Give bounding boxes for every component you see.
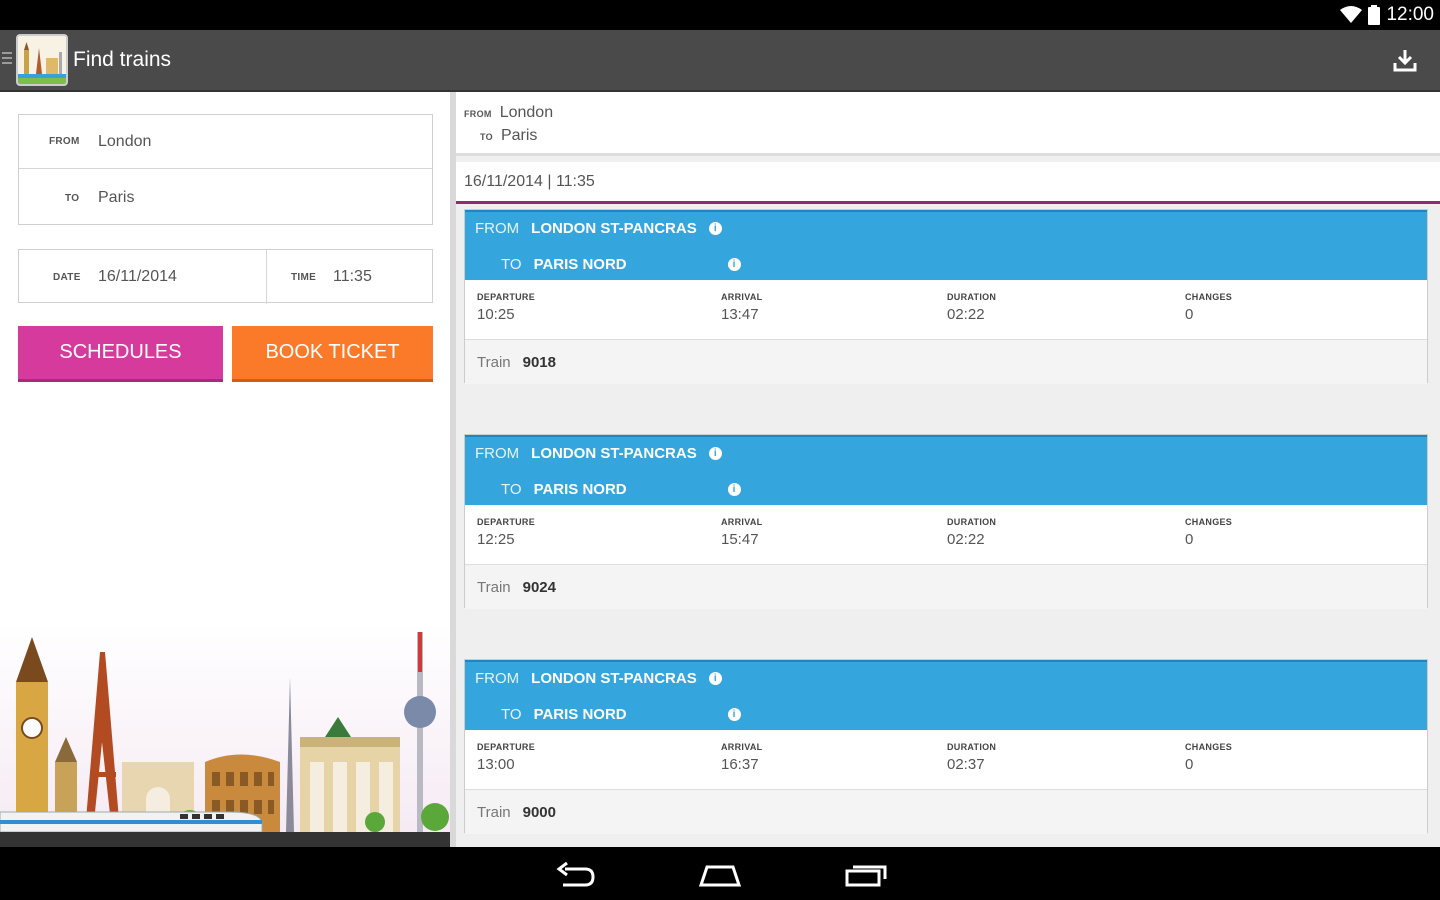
- trip-stats: DEPARTURE 13:00 ARRIVAL 16:37 DURATION 02:3…: [465, 730, 1427, 790]
- app-icon[interactable]: [16, 34, 68, 86]
- from-station: LONDON ST-PANCRAS: [531, 670, 697, 687]
- trip-card[interactable]: FROM LONDON ST-PANCRAS i TO PARIS NORD i…: [464, 434, 1428, 609]
- route-to-value: Paris: [500, 127, 538, 144]
- home-icon[interactable]: [697, 859, 743, 889]
- changes-label: CHANGES: [1185, 292, 1233, 302]
- route-to-label: TO: [480, 132, 493, 142]
- to-keyword: TO: [501, 256, 522, 273]
- to-keyword: TO: [501, 706, 522, 723]
- route-summary: FROM London TO Paris: [456, 92, 1440, 156]
- to-station: PARIS NORD: [533, 706, 627, 723]
- action-bar: Find trains: [0, 30, 1440, 92]
- time-field[interactable]: TIME 11:35: [267, 250, 433, 304]
- train-label: Train: [477, 353, 511, 371]
- info-icon[interactable]: i: [708, 447, 722, 460]
- datetime-summary: 16/11/2014 | 11:35: [456, 162, 1440, 204]
- navigation-bar: [0, 847, 1440, 900]
- duration-label: DURATION: [947, 742, 997, 752]
- from-keyword: FROM: [475, 445, 520, 462]
- to-value: Paris: [98, 189, 135, 206]
- train-row: Train 9000: [465, 790, 1427, 834]
- duration-value: 02:22: [947, 306, 985, 323]
- from-station: LONDON ST-PANCRAS: [531, 220, 697, 237]
- trip-card-header: FROM LONDON ST-PANCRAS i TO PARIS NORD i: [465, 435, 1427, 505]
- trip-card-header: FROM LONDON ST-PANCRAS i TO PARIS NORD i: [465, 660, 1427, 730]
- train-row: Train 9024: [465, 565, 1427, 609]
- departure-label: DEPARTURE: [477, 292, 536, 302]
- to-label: TO: [65, 192, 80, 204]
- from-label: FROM: [49, 136, 80, 147]
- trip-card[interactable]: FROM LONDON ST-PANCRAS i TO PARIS NORD i…: [464, 659, 1428, 834]
- info-icon[interactable]: i: [708, 672, 722, 685]
- duration-value: 02:37: [947, 756, 985, 773]
- info-icon[interactable]: i: [708, 222, 722, 235]
- drawer-indicator-icon[interactable]: [2, 52, 12, 67]
- page-title: Find trains: [73, 48, 172, 71]
- departure-label: DEPARTURE: [477, 517, 536, 527]
- departure-label: DEPARTURE: [477, 742, 536, 752]
- train-row: Train 9018: [465, 340, 1427, 384]
- info-icon[interactable]: i: [727, 708, 741, 721]
- arrival-time: 15:47: [721, 531, 759, 548]
- datetime-fields: DATE 16/11/2014 TIME 11:35: [18, 249, 433, 304]
- changes-label: CHANGES: [1185, 742, 1233, 752]
- train-number: 9024: [522, 578, 556, 596]
- time-value: 11:35: [333, 268, 372, 285]
- changes-value: 0: [1185, 306, 1194, 323]
- arrival-time: 16:37: [721, 756, 759, 773]
- route-fields: FROM London TO Paris: [18, 114, 433, 225]
- arrival-label: ARRIVAL: [721, 292, 763, 302]
- wifi-icon: [1340, 6, 1363, 23]
- duration-value: 02:22: [947, 531, 985, 548]
- train-label: Train: [477, 803, 511, 821]
- date-label: DATE: [53, 271, 81, 283]
- to-field[interactable]: TO Paris: [19, 171, 432, 225]
- schedules-button[interactable]: SCHEDULES: [18, 326, 223, 382]
- results-panel: FROM London TO Paris 16/11/2014 | 11:35 …: [456, 92, 1440, 847]
- from-keyword: FROM: [475, 670, 520, 687]
- download-icon[interactable]: [1390, 46, 1420, 76]
- date-field[interactable]: DATE 16/11/2014: [19, 250, 267, 304]
- changes-value: 0: [1185, 756, 1194, 773]
- info-icon[interactable]: i: [727, 483, 741, 496]
- trip-card-header: FROM LONDON ST-PANCRAS i TO PARIS NORD i: [465, 210, 1427, 280]
- arrival-time: 13:47: [721, 306, 759, 323]
- changes-label: CHANGES: [1185, 517, 1233, 527]
- departure-time: 10:25: [477, 306, 515, 323]
- search-panel: FROM London TO Paris DATE 16/11/2014 TIM…: [0, 92, 450, 847]
- arrival-label: ARRIVAL: [721, 742, 763, 752]
- duration-label: DURATION: [947, 292, 997, 302]
- changes-value: 0: [1185, 531, 1194, 548]
- to-keyword: TO: [501, 481, 522, 498]
- to-station: PARIS NORD: [533, 256, 627, 273]
- trip-stats: DEPARTURE 10:25 ARRIVAL 13:47 DURATION 02:2…: [465, 280, 1427, 340]
- train-label: Train: [477, 578, 511, 596]
- trip-stats: DEPARTURE 12:25 ARRIVAL 15:47 DURATION 02:2…: [465, 505, 1427, 565]
- from-field[interactable]: FROM London: [19, 115, 432, 169]
- route-from-value: London: [499, 104, 554, 121]
- from-station: LONDON ST-PANCRAS: [531, 445, 697, 462]
- recents-icon[interactable]: [843, 859, 889, 889]
- to-station: PARIS NORD: [533, 481, 627, 498]
- arrival-label: ARRIVAL: [721, 517, 763, 527]
- departure-time: 12:25: [477, 531, 515, 548]
- battery-icon: [1368, 5, 1381, 25]
- left-footer-bar: [0, 832, 450, 847]
- duration-label: DURATION: [947, 517, 997, 527]
- status-bar: 12:00: [0, 0, 1440, 30]
- departure-time: 13:00: [477, 756, 515, 773]
- trip-card[interactable]: FROM LONDON ST-PANCRAS i TO PARIS NORD i…: [464, 209, 1428, 384]
- from-keyword: FROM: [475, 220, 520, 237]
- from-value: London: [98, 132, 152, 150]
- train-number: 9000: [522, 803, 556, 821]
- info-icon[interactable]: i: [727, 258, 741, 271]
- back-icon[interactable]: [553, 859, 599, 889]
- status-time: 12:00: [1386, 4, 1434, 25]
- train-number: 9018: [522, 353, 556, 371]
- route-from-label: FROM: [464, 109, 492, 119]
- date-value: 16/11/2014: [98, 268, 177, 285]
- time-label: TIME: [291, 271, 317, 283]
- book-ticket-button[interactable]: BOOK TICKET: [232, 326, 433, 382]
- city-skyline-illustration: [0, 622, 450, 847]
